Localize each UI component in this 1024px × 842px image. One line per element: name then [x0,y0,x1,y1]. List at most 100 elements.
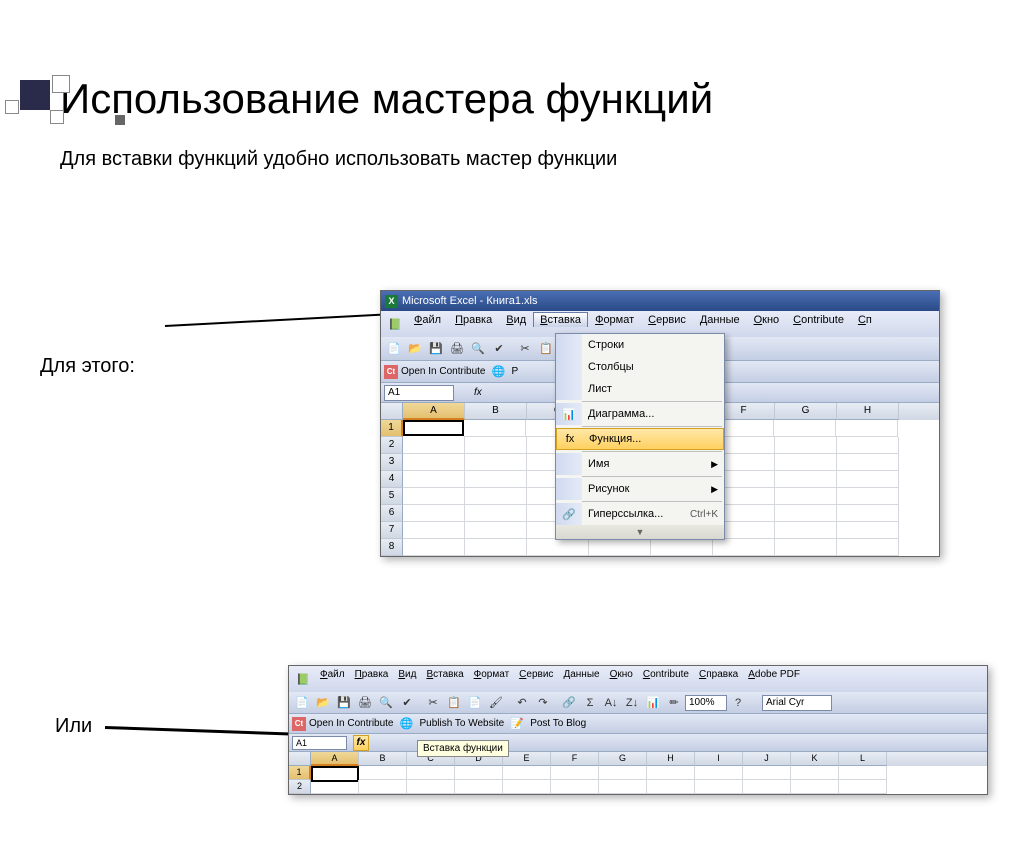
column-header[interactable]: L [839,752,887,766]
cell[interactable] [647,780,695,794]
menu-данные[interactable]: Данные [558,667,604,682]
row-header[interactable]: 1 [381,420,403,437]
cell[interactable] [791,780,839,794]
column-header[interactable]: B [359,752,407,766]
cell[interactable] [647,766,695,780]
column-header[interactable]: I [695,752,743,766]
paste-icon[interactable]: 📄 [465,693,485,713]
menu-правка[interactable]: Правка [350,667,394,682]
cell[interactable] [837,454,899,471]
copy-icon[interactable]: 📋 [444,693,464,713]
column-header[interactable]: E [503,752,551,766]
column-header[interactable]: H [647,752,695,766]
cell[interactable] [403,420,464,436]
blog-button[interactable]: Post To Blog [530,718,586,729]
cell[interactable] [465,539,527,556]
save-icon[interactable]: 💾 [426,339,446,359]
cell[interactable] [551,780,599,794]
menu-вставка[interactable]: Вставка [421,667,468,682]
contribute-publish-icon[interactable]: 🌐 [489,362,509,382]
blog-icon[interactable]: 📝 [507,714,527,734]
save-icon[interactable]: 💾 [334,693,354,713]
cell[interactable] [839,780,887,794]
row-header[interactable]: 1 [289,766,311,780]
format-painter-icon[interactable]: 🖌 [486,693,506,713]
menu-формат[interactable]: Формат [469,667,515,682]
publish-button[interactable]: Publish To Website [420,718,505,729]
font-box[interactable]: Arial Cyr [762,695,832,711]
cell[interactable] [403,437,465,454]
cell[interactable] [774,420,836,437]
menu-expand-button[interactable]: ▼ [556,525,724,539]
menu-вставка[interactable]: Вставка [533,312,588,327]
menu-формат[interactable]: Формат [588,312,641,328]
column-header[interactable]: A [311,752,359,766]
sort-asc-icon[interactable]: A↓ [601,693,621,713]
cell[interactable] [775,522,837,539]
cell[interactable] [359,766,407,780]
cell[interactable] [407,780,455,794]
cell[interactable] [503,766,551,780]
cell[interactable] [403,488,465,505]
cell[interactable] [403,539,465,556]
cell[interactable] [713,539,775,556]
row-header[interactable]: 5 [381,488,403,505]
row-header[interactable]: 6 [381,505,403,522]
zoom-box[interactable]: 100% [685,695,727,711]
column-header[interactable]: G [775,403,837,420]
column-header[interactable]: K [791,752,839,766]
menu-вид[interactable]: Вид [499,312,533,328]
spreadsheet-grid[interactable]: ABCDEFGHIJKL 12 [289,752,987,794]
cell[interactable] [465,471,527,488]
print-icon[interactable]: 🖨 [447,339,467,359]
cell[interactable] [695,766,743,780]
menu-item-строки[interactable]: Строки [556,334,724,356]
cell[interactable] [837,505,899,522]
new-icon[interactable]: 📄 [292,693,312,713]
print-icon[interactable]: 🖨 [355,693,375,713]
chart-icon[interactable]: 📊 [643,693,663,713]
column-header[interactable]: H [837,403,899,420]
cell[interactable] [775,488,837,505]
menu-сервис[interactable]: Сервис [641,312,693,328]
cell[interactable] [503,780,551,794]
menu-сервис[interactable]: Сервис [514,667,558,682]
cell[interactable] [837,522,899,539]
spell-icon[interactable]: ✔ [397,693,417,713]
cell[interactable] [695,780,743,794]
menu-файл[interactable]: Файл [407,312,448,328]
cell[interactable] [837,488,899,505]
contribute-icon[interactable]: Ct [292,717,306,731]
contribute-open-button[interactable]: Open In Contribute [401,366,486,377]
cell[interactable] [775,454,837,471]
name-box[interactable]: A1 [384,385,454,401]
cell[interactable] [527,539,589,556]
cell[interactable] [743,780,791,794]
menu-правка[interactable]: Правка [448,312,499,328]
cell[interactable] [836,420,898,437]
cell[interactable] [775,539,837,556]
copy-icon[interactable]: 📋 [536,339,556,359]
contribute-open-button[interactable]: Open In Contribute [309,718,394,729]
cell[interactable] [403,522,465,539]
column-header[interactable]: B [465,403,527,420]
column-header[interactable]: G [599,752,647,766]
column-header[interactable]: F [551,752,599,766]
cell[interactable] [465,522,527,539]
cell[interactable] [599,766,647,780]
cell[interactable] [311,780,359,794]
cell[interactable] [791,766,839,780]
open-icon[interactable]: 📂 [405,339,425,359]
publish-icon[interactable]: 🌐 [397,714,417,734]
cell[interactable] [403,454,465,471]
row-header[interactable]: 8 [381,539,403,556]
hyperlink-icon[interactable]: 🔗 [559,693,579,713]
cell[interactable] [743,766,791,780]
cell[interactable] [403,505,465,522]
insert-function-button[interactable]: fx [353,735,369,751]
column-header[interactable]: J [743,752,791,766]
menu-item-лист[interactable]: Лист [556,378,724,400]
cut-icon[interactable]: ✂ [423,693,443,713]
menu-contribute[interactable]: Contribute [638,667,694,682]
cell[interactable] [599,780,647,794]
